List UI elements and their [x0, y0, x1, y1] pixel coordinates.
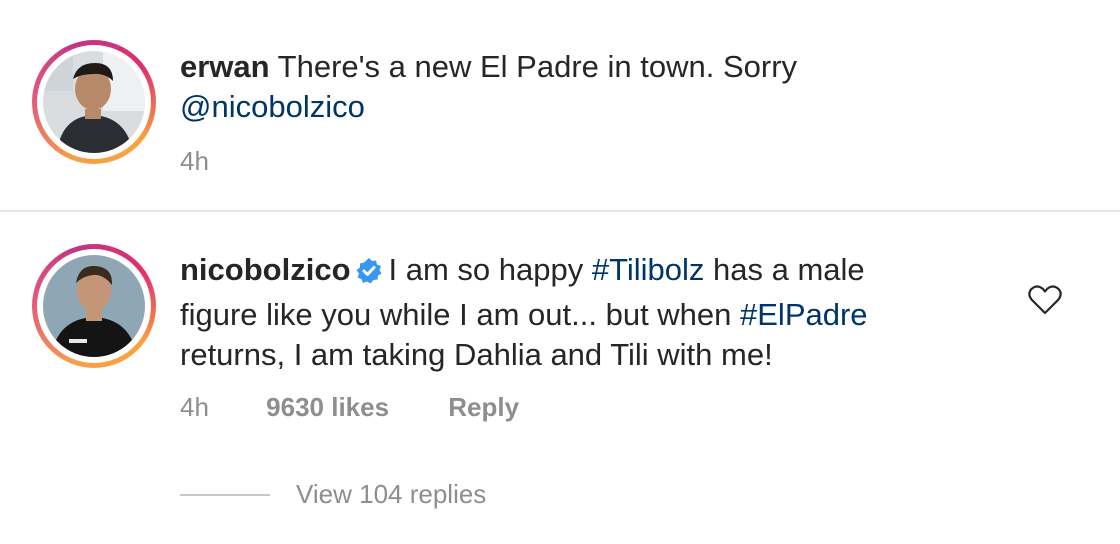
username-link[interactable]: nicobolzico	[180, 252, 351, 287]
comment-erwan: erwan There's a new El Padre in town. So…	[0, 0, 1120, 211]
verified-badge-icon	[355, 255, 383, 295]
comment-body-1: I am so happy	[388, 252, 592, 287]
comment-body-3: returns, I am taking Dahlia and Tili wit…	[180, 337, 773, 372]
hashtag-link-elpadre[interactable]: #ElPadre	[740, 297, 868, 332]
avatar[interactable]	[43, 255, 145, 357]
view-replies-button[interactable]: View 104 replies	[180, 479, 486, 510]
mention-link[interactable]: @nicobolzico	[180, 89, 365, 124]
comment-nicobolzico: nicobolzico I am so happy #Tilibolz has a…	[0, 212, 1120, 544]
likes-count[interactable]: 9630 likes	[266, 392, 389, 422]
avatar[interactable]	[43, 51, 145, 153]
comment-timestamp: 4h	[180, 392, 209, 422]
view-replies-label: View 104 replies	[296, 479, 487, 509]
comment-body: There's a new El Padre in town. Sorry	[269, 49, 798, 84]
comment-meta: 4h 9630 likes Reply	[180, 392, 519, 423]
comment-text: nicobolzico I am so happy #Tilibolz has a…	[180, 250, 1000, 375]
username-link[interactable]: erwan	[180, 49, 270, 84]
comment-text: erwan There's a new El Padre in town. So…	[180, 47, 980, 127]
reply-button[interactable]: Reply	[448, 392, 519, 422]
avatar-story-ring[interactable]	[32, 40, 156, 164]
replies-divider-line	[180, 493, 270, 496]
comment-timestamp: 4h	[180, 146, 209, 176]
heart-outline-icon[interactable]	[1028, 284, 1062, 316]
avatar-story-ring[interactable]	[32, 244, 156, 368]
comment-body-2: figure like you while I am out... but wh…	[180, 297, 741, 332]
hashtag-link-tilibolz[interactable]: #Tilibolz	[592, 252, 705, 287]
comment-body-1b: has a male	[704, 252, 865, 287]
